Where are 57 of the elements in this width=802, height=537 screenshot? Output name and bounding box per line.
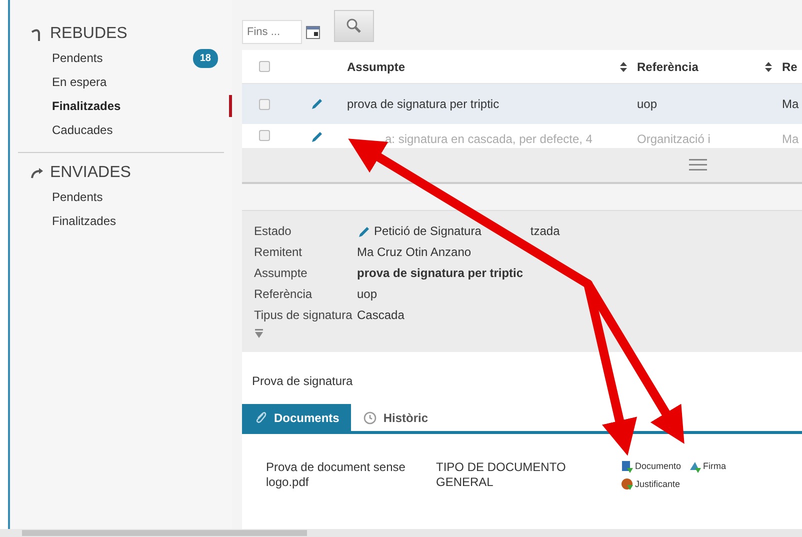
select-all-checkbox[interactable] <box>259 61 270 72</box>
table-cell-text: prova de signatura per triptic <box>347 96 500 113</box>
field-value: Ma Cruz Otin Anzano <box>357 244 472 261</box>
paperclip-icon <box>254 410 268 424</box>
section-title: ENVIADES <box>50 163 131 183</box>
column-header[interactable]: Re <box>782 58 802 76</box>
field-label: Estado <box>254 223 292 240</box>
field-value: tzada <box>530 223 560 240</box>
tab[interactable]: Documents <box>242 404 352 431</box>
clock-icon <box>363 410 378 424</box>
reply-arrow-icon <box>30 166 44 180</box>
table-cell-text: Ma <box>782 131 800 148</box>
sidebar-item[interactable]: Finalitzades <box>10 94 232 118</box>
section-title: REBUDES <box>50 24 128 44</box>
row-checkbox[interactable] <box>259 98 270 110</box>
pencil-icon <box>310 130 324 144</box>
sidebar-item[interactable]: Caducades <box>10 118 232 142</box>
tab[interactable]: Històric <box>351 404 440 431</box>
sidebar-item[interactable]: Pendents <box>10 185 232 209</box>
receipt-download-icon <box>621 478 633 490</box>
search-icon <box>346 18 362 34</box>
calendar-icon <box>306 26 320 38</box>
sidebar-item[interactable]: Pendents 18 <box>10 46 232 70</box>
description-text: Prova de signatura <box>251 373 354 390</box>
table-cell-text: Ma <box>782 96 800 113</box>
field-value: Petició de Signatura <box>374 223 482 240</box>
row-checkbox[interactable] <box>259 130 270 141</box>
horizontal-scrollbar[interactable] <box>0 529 802 537</box>
expand-icon <box>254 329 264 339</box>
pencil-icon <box>310 97 324 111</box>
document-name: Prova de document sense logo.pdf <box>266 460 406 491</box>
field-label: Remitent <box>254 244 304 261</box>
field-label: Tipus de signatura <box>254 307 354 324</box>
count-badge: 18 <box>192 48 218 68</box>
download-link[interactable]: Documento <box>621 460 682 474</box>
signature-download-icon <box>689 460 702 473</box>
pencil-icon <box>357 224 369 238</box>
sidebar-item[interactable]: En espera <box>10 70 232 94</box>
field-value: prova de signatura per triptic <box>357 265 524 282</box>
field-value: Cascada <box>357 307 404 324</box>
field-value: uop <box>357 286 378 303</box>
menu-icon <box>689 159 707 171</box>
table-cell-text: uop <box>637 96 658 113</box>
table-cell-text: Organització i <box>637 131 712 148</box>
scrollbar-thumb[interactable] <box>22 530 307 536</box>
search-button[interactable] <box>334 10 374 42</box>
field-label: Assumpte <box>254 265 308 282</box>
document-type: TIPO DE DOCUMENTO GENERAL <box>436 460 567 491</box>
column-header[interactable]: Assumpte <box>347 58 406 76</box>
sidebar-item[interactable]: Finalitzades <box>10 209 232 233</box>
document-download-icon <box>621 460 633 473</box>
download-link[interactable]: Firma <box>689 460 726 474</box>
column-header[interactable]: Referència <box>637 58 698 76</box>
field-label: Referència <box>254 286 314 303</box>
table-row[interactable]: prova de signatura per triptic uop Ma <box>242 84 802 124</box>
date-field[interactable]: Fins ... <box>242 20 302 44</box>
download-link[interactable]: Justificante <box>621 478 680 491</box>
